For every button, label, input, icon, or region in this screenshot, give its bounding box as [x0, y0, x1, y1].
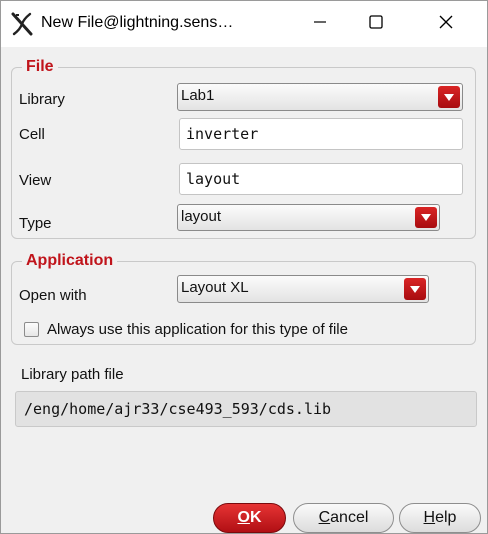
type-dropdown[interactable]: layout: [177, 204, 440, 231]
file-group-title: File: [22, 57, 58, 77]
view-field[interactable]: layout: [179, 163, 463, 195]
new-file-dialog: New File@lightning.sens… File Library La…: [0, 0, 488, 534]
ok-button-label: K: [249, 509, 262, 526]
minimize-icon: [313, 15, 327, 34]
cell-label: Cell: [19, 126, 45, 143]
window-title: New File@lightning.sens…: [41, 14, 234, 31]
minimize-button[interactable]: [297, 1, 343, 47]
type-label: Type: [19, 215, 52, 232]
library-label: Library: [19, 91, 65, 108]
chevron-down-icon: [415, 207, 437, 228]
cell-field[interactable]: inverter: [179, 118, 463, 150]
maximize-button[interactable]: [353, 1, 399, 47]
chevron-down-icon: [438, 86, 460, 108]
cancel-button-label: ancel: [330, 509, 369, 526]
library-dropdown[interactable]: Lab1: [177, 83, 463, 111]
always-use-label[interactable]: Always use this application for this typ…: [47, 321, 348, 339]
ok-button-mnemonic: O: [237, 509, 250, 526]
help-button-label: elp: [435, 509, 457, 526]
application-group-title: Application: [22, 251, 118, 271]
always-use-checkbox[interactable]: [24, 322, 39, 337]
cancel-button-mnemonic: C: [318, 509, 331, 526]
open-with-value: Layout XL: [181, 279, 249, 296]
library-path-label: Library path file: [21, 366, 124, 383]
title-bar[interactable]: New File@lightning.sens…: [1, 1, 487, 47]
maximize-icon: [368, 14, 384, 35]
close-button[interactable]: [423, 1, 469, 47]
type-value: layout: [181, 208, 222, 225]
ok-button[interactable]: OK: [213, 503, 286, 533]
library-value: Lab1: [181, 87, 215, 104]
cancel-button[interactable]: Cancel: [293, 503, 394, 533]
library-path-field: /eng/home/ajr33/cse493_593/cds.lib: [15, 391, 477, 427]
close-icon: [438, 14, 454, 35]
chevron-down-icon: [404, 278, 426, 300]
x-logo-icon: [11, 12, 33, 36]
open-with-label: Open with: [19, 287, 87, 304]
open-with-dropdown[interactable]: Layout XL: [177, 275, 429, 303]
help-button[interactable]: Help: [399, 503, 481, 533]
view-label: View: [19, 172, 52, 189]
help-button-mnemonic: H: [423, 509, 436, 526]
